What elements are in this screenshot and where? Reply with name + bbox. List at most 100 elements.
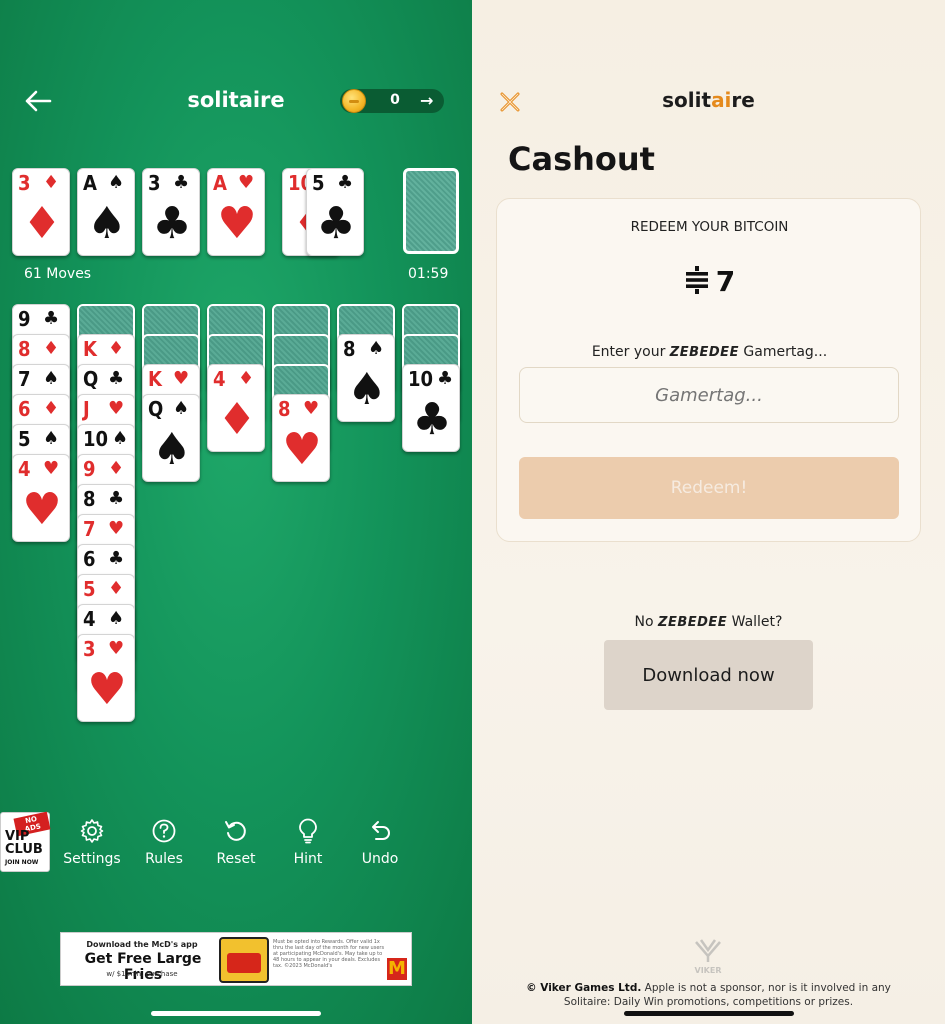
bitcoin-amount: 7: [497, 265, 922, 298]
ad-line-1: Download the McD's app: [86, 940, 198, 949]
card-rank: 3: [83, 637, 96, 661]
home-indicator: [624, 1011, 794, 1016]
card-suit-small: ♠: [108, 172, 125, 193]
reset-icon: [225, 821, 246, 841]
card-rank: 6: [83, 547, 96, 571]
title-part-1: solit: [662, 88, 712, 112]
no-wallet-post: Wallet?: [727, 614, 783, 630]
cashout-screen: solitaire Cashout REDEEM YOUR BITCOIN 7 …: [472, 0, 945, 1024]
playing-card[interactable]: 4 ♥ ♥: [12, 454, 70, 542]
playing-card[interactable]: 4 ♦ ♦: [207, 364, 265, 452]
viker-logo-icon: VIKER: [695, 939, 722, 975]
card-suit-small: ♣: [43, 308, 60, 329]
card-suit-small: ♣: [108, 548, 125, 569]
download-now-button[interactable]: Download now: [604, 640, 813, 710]
card-suit-small: ♥: [108, 638, 125, 659]
playing-card[interactable]: A ♠ ♠: [77, 168, 135, 256]
card-rank: 7: [83, 517, 96, 541]
undo-icon: [372, 821, 390, 840]
playing-card[interactable]: 8 ♠ ♠: [337, 334, 395, 422]
rules-button[interactable]: Rules: [132, 818, 196, 867]
join-now-label: JOIN NOW: [5, 859, 39, 866]
settings-button[interactable]: Settings: [60, 818, 124, 867]
moves-counter: 61 Moves: [24, 266, 92, 282]
card-suit-large: ♠: [87, 198, 127, 249]
card-suit-small: ♥: [108, 518, 125, 539]
ad-phone-fries-image: [219, 937, 269, 983]
card-suit-small: ♥: [43, 458, 60, 479]
zebedee-brand: ZEBEDEE: [658, 615, 728, 630]
card-suit-small: ♠: [368, 338, 385, 359]
vip-club-label: VIP CLUB: [5, 830, 43, 856]
hint-button[interactable]: Hint: [276, 818, 340, 867]
ad-banner[interactable]: Download the McD's app Get Free Large Fr…: [60, 932, 412, 986]
card-suit-large: ♠: [152, 424, 192, 475]
solitaire-game-screen: solitaire 0 → 3♦♦A♠♠3♣♣A♥♥ 10♦♦5♣♣ 61 Mo…: [0, 0, 472, 1024]
ad-line-3: w/ $1 min. purchase: [106, 970, 178, 978]
zebedee-brand: ZEBEDEE: [669, 345, 739, 360]
playing-card[interactable]: A ♥ ♥: [207, 168, 265, 256]
viker-label: VIKER: [695, 966, 722, 975]
redeem-card: REDEEM YOUR BITCOIN 7 Enter your ZEBEDEE…: [496, 198, 921, 542]
card-rank: 9: [18, 307, 31, 331]
rules-label: Rules: [145, 851, 183, 867]
card-rank: A: [83, 171, 97, 195]
card-suit-small: ♠: [108, 608, 125, 629]
card-suit-small: ♦: [43, 398, 60, 419]
card-suit-large: ♦: [22, 198, 62, 249]
amount-value: 7: [715, 265, 736, 298]
question-circle-icon: [152, 819, 176, 843]
card-suit-large: ♣: [152, 198, 192, 249]
playing-card[interactable]: 10 ♣ ♣: [402, 364, 460, 452]
card-rank: K: [148, 367, 162, 391]
club-label: CLUB: [5, 842, 43, 857]
playing-card[interactable]: 5 ♣ ♣: [306, 168, 364, 256]
gamertag-input[interactable]: [519, 367, 899, 423]
card-rank: 4: [83, 607, 96, 631]
stock-pile[interactable]: [403, 168, 459, 254]
playing-card[interactable]: 8 ♥ ♥: [272, 394, 330, 482]
playing-card[interactable]: 3 ♥ ♥: [77, 634, 135, 722]
card-rank: 8: [343, 337, 356, 361]
vip-club-button[interactable]: NO ADS VIP CLUB JOIN NOW: [0, 811, 51, 872]
game-timer: 01:59: [408, 266, 449, 282]
mcdonalds-logo: M: [387, 958, 407, 980]
card-suit-small: ♠: [173, 398, 190, 419]
card-suit-small: ♠: [43, 428, 60, 449]
card-suit-small: ♣: [108, 488, 125, 509]
lightbulb-icon: [299, 818, 317, 844]
satoshi-icon: [685, 266, 708, 294]
card-rank: Q: [83, 367, 99, 391]
coin-count: 0: [390, 92, 400, 108]
card-rank: K: [83, 337, 97, 361]
card-suit-large: ♥: [87, 664, 127, 715]
card-rank: 8: [18, 337, 31, 361]
reset-label: Reset: [216, 851, 256, 867]
card-suit-small: ♣: [173, 172, 190, 193]
card-rank: 7: [18, 367, 31, 391]
card-suit-small: ♦: [43, 172, 60, 193]
card-suit-large: ♥: [22, 484, 62, 535]
no-wallet-text: No ZEBEDEE Wallet?: [472, 614, 945, 630]
hint-label: Hint: [293, 851, 323, 867]
card-suit-small: ♦: [238, 368, 255, 389]
reset-button[interactable]: Reset: [204, 818, 268, 867]
redeem-button[interactable]: Redeem!: [519, 457, 899, 519]
coin-arrow-icon[interactable]: →: [420, 91, 433, 110]
card-suit-large: ♣: [412, 394, 452, 445]
gamertag-label-post: Gamertag...: [738, 344, 828, 360]
card-suit-large: ♣: [316, 198, 356, 249]
no-wallet-pre: No: [634, 614, 659, 630]
playing-card[interactable]: 3 ♦ ♦: [12, 168, 70, 256]
title-accent: ai: [711, 88, 732, 112]
footer-disclaimer: © Viker Games Ltd. Apple is not a sponso…: [522, 981, 895, 1009]
playing-card[interactable]: 3 ♣ ♣: [142, 168, 200, 256]
ad-fine-print: Must be opted into Rewards. Offer valid …: [273, 939, 385, 969]
undo-button[interactable]: Undo: [348, 818, 412, 867]
app-title: solitaire: [472, 88, 945, 112]
card-rank: 5: [312, 171, 325, 195]
card-rank: 10: [408, 367, 434, 391]
card-suit-small: ♠: [43, 368, 60, 389]
card-suit-large: ♥: [282, 424, 322, 475]
playing-card[interactable]: Q ♠ ♠: [142, 394, 200, 482]
